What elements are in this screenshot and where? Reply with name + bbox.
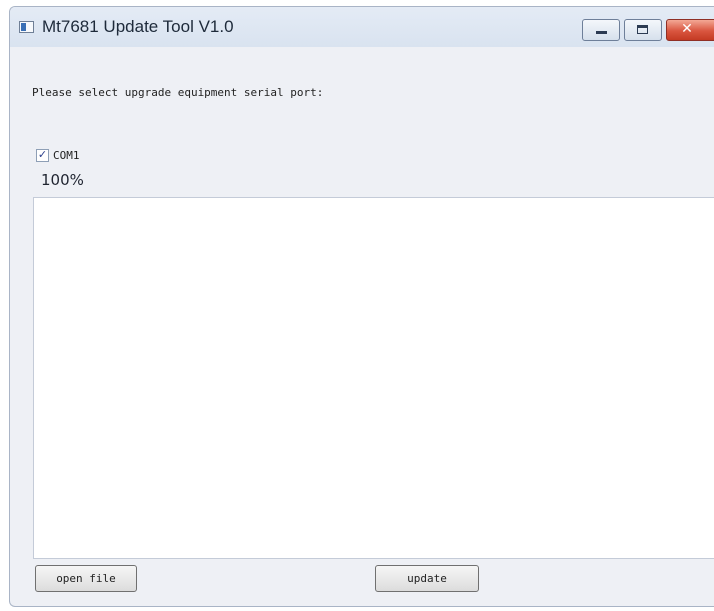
window-title: Mt7681 Update Tool V1.0 (42, 17, 234, 36)
app-window: Mt7681 Update Tool V1.0 ✕ Please select … (9, 6, 714, 607)
maximize-button[interactable] (624, 19, 662, 41)
com1-checkbox[interactable]: ✓ (36, 148, 49, 162)
update-button[interactable]: update (375, 565, 479, 592)
app-window-icon (19, 21, 34, 33)
port-instruction-label: Please select upgrade equipment serial p… (32, 86, 324, 99)
checkmark-icon: ✓ (37, 148, 48, 161)
title-bar[interactable]: Mt7681 Update Tool V1.0 ✕ (10, 7, 714, 47)
maximize-icon (637, 25, 648, 34)
progress-label: 100% (41, 171, 84, 189)
minimize-icon (596, 31, 607, 34)
minimize-button[interactable] (582, 19, 620, 41)
open-file-button[interactable]: open file (35, 565, 137, 592)
log-output-area[interactable] (33, 197, 714, 559)
close-icon: ✕ (681, 21, 693, 37)
com1-label[interactable]: COM1 (53, 149, 80, 162)
close-button[interactable]: ✕ (666, 19, 714, 41)
